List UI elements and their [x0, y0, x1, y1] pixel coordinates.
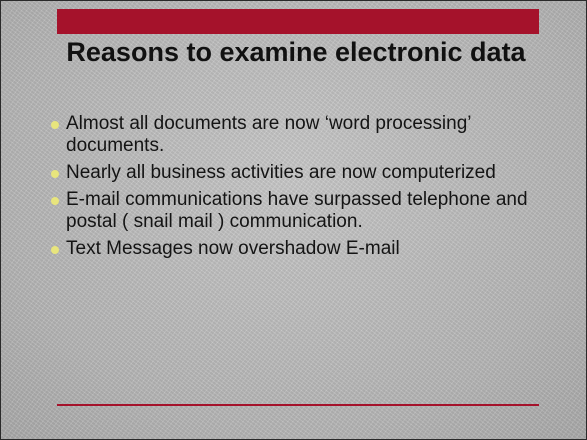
bullet-item: Almost all documents are now ‘word proce… [51, 113, 551, 157]
bullet-dot-icon [51, 121, 59, 129]
bullet-text: Text Messages now overshadow E-mail [66, 238, 400, 259]
bullet-dot-icon [51, 246, 59, 254]
slide: Reasons to examine electronic data Almos… [0, 0, 587, 440]
title-accent-bar [57, 9, 539, 34]
bullet-item: Text Messages now overshadow E-mail [51, 238, 551, 260]
bottom-divider [57, 404, 539, 406]
bullet-text: E-mail communications have surpassed tel… [66, 189, 528, 232]
bullet-text: Almost all documents are now ‘word proce… [66, 113, 471, 156]
bullet-item: E-mail communications have surpassed tel… [51, 189, 551, 233]
bullet-list: Almost all documents are now ‘word proce… [51, 113, 551, 265]
bullet-dot-icon [51, 170, 59, 178]
bullet-item: Nearly all business activities are now c… [51, 162, 551, 184]
bullet-dot-icon [51, 197, 59, 205]
bullet-text: Nearly all business activities are now c… [66, 162, 496, 183]
slide-title: Reasons to examine electronic data [66, 37, 526, 67]
